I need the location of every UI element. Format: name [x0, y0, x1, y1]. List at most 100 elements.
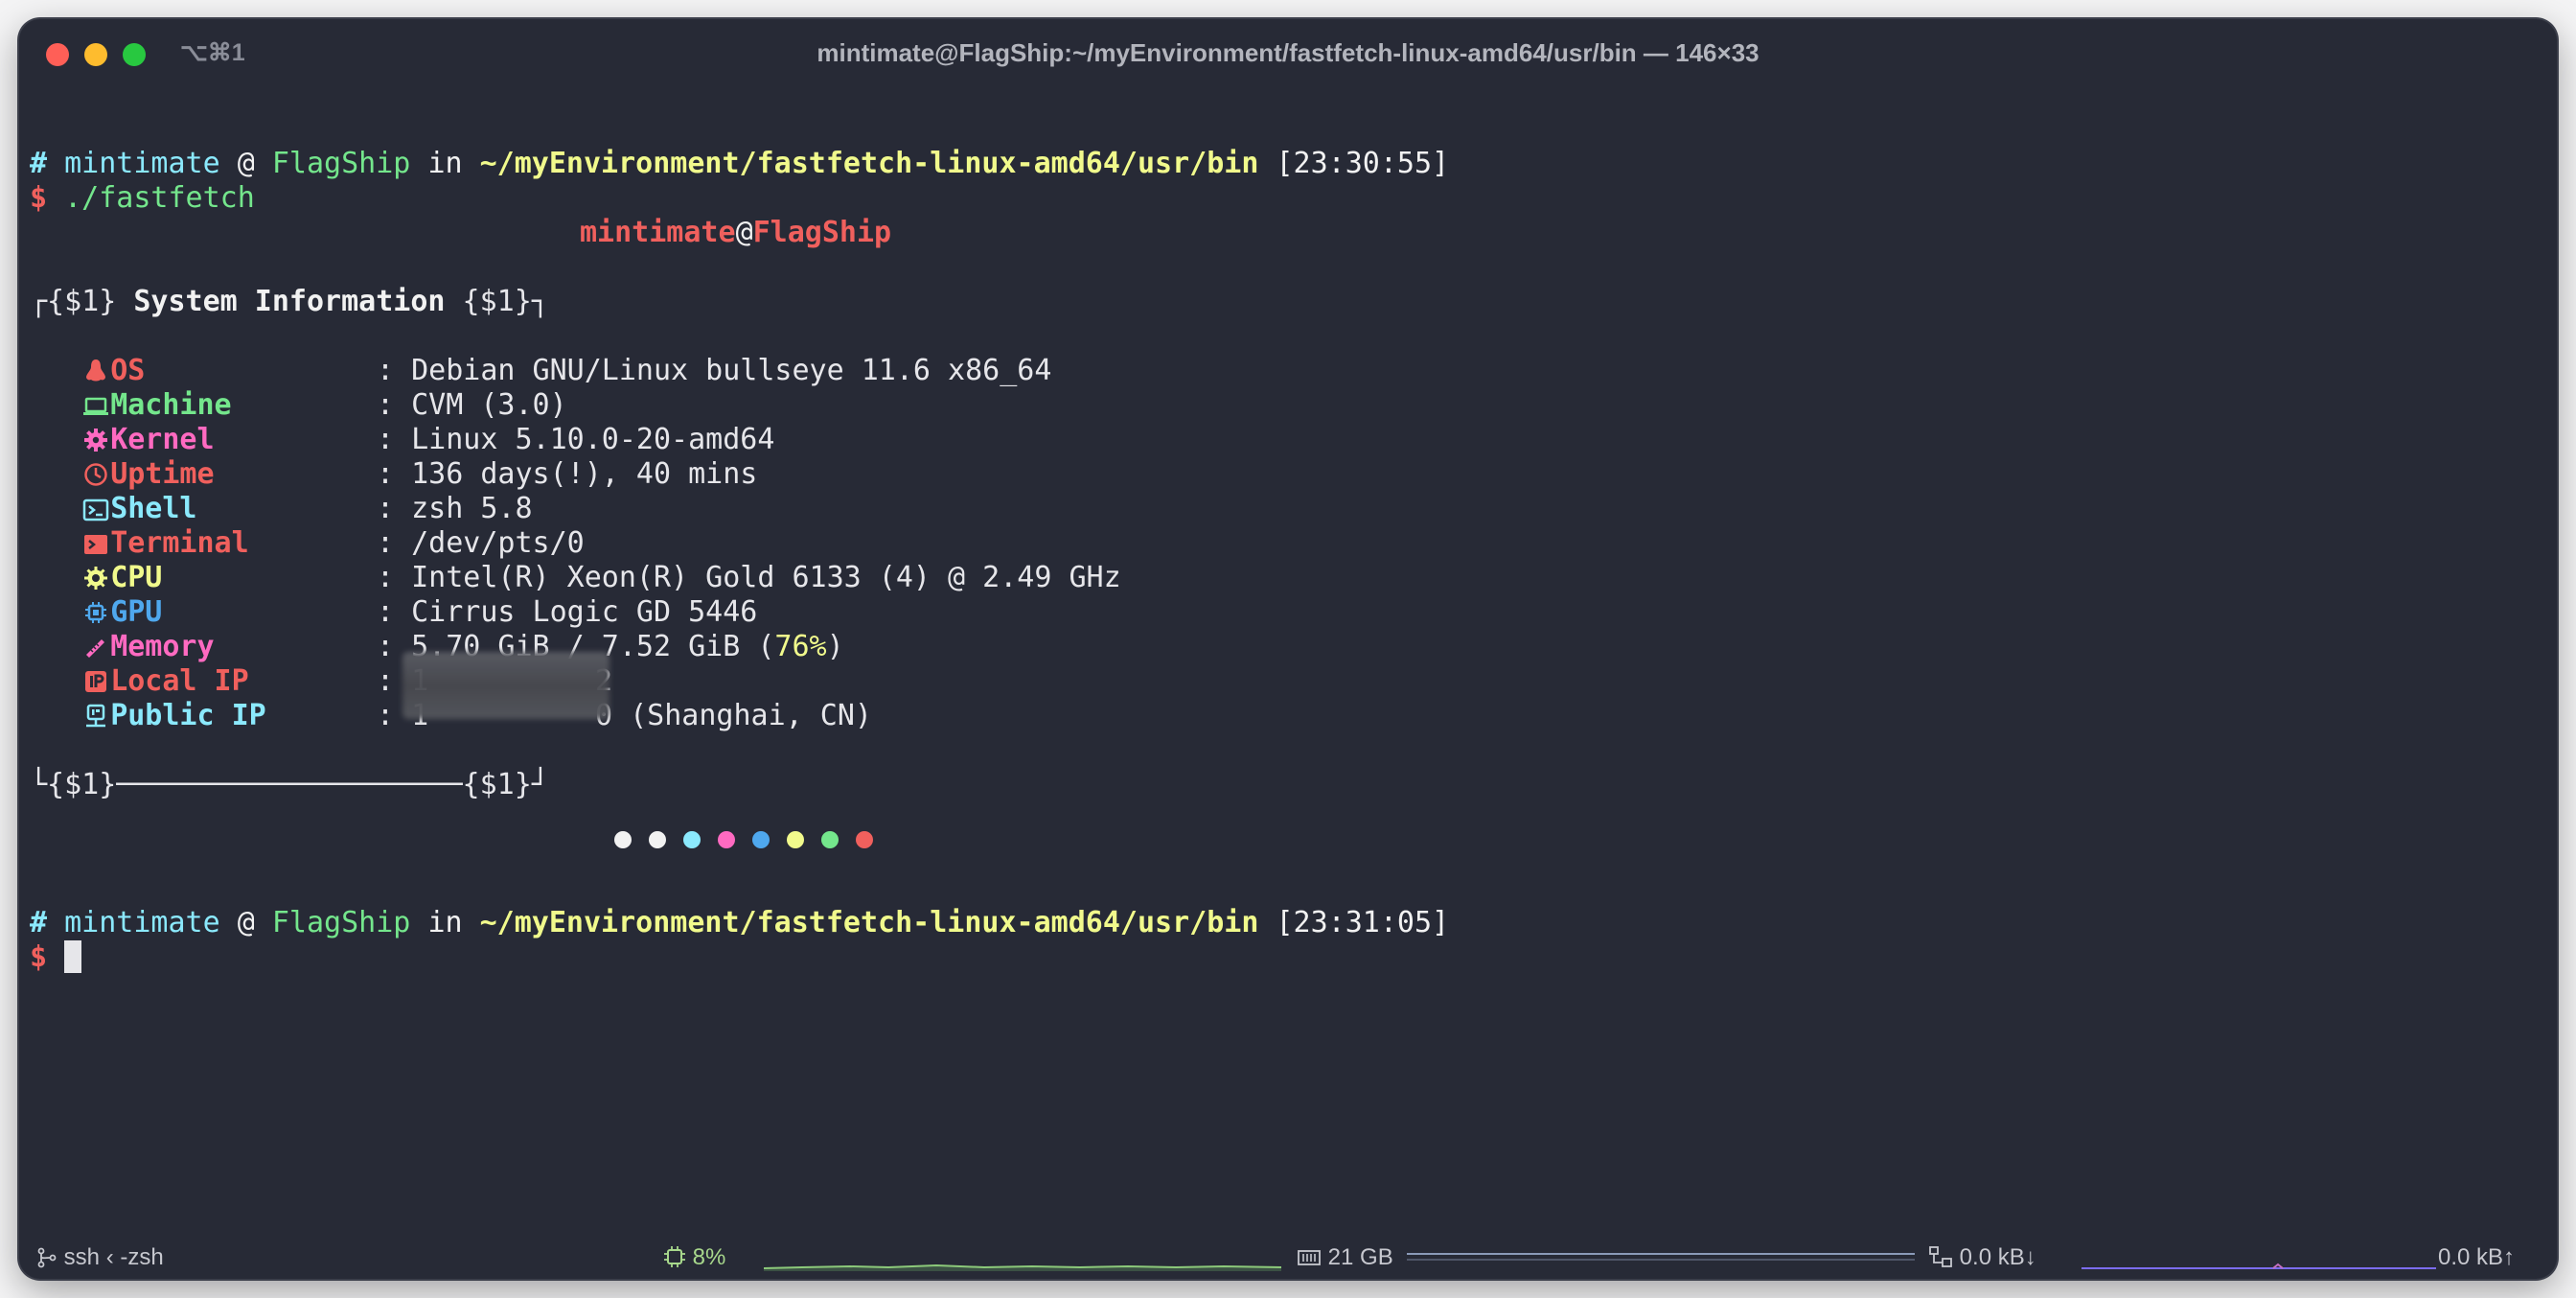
command-dollar: $	[30, 181, 48, 215]
info-key: GPU	[110, 595, 163, 629]
prompt-line: # mintimate @ FlagShip in ~/myEnvironmen…	[30, 906, 1449, 940]
info-row-gpu: GPU: Cirrus Logic GD 5446	[30, 595, 757, 630]
prompt-line: # mintimate @ FlagShip in ~/myEnvironmen…	[30, 147, 1449, 181]
info-key: CPU	[110, 561, 163, 594]
info-value-tail: 0 (Shanghai, CN)	[595, 699, 872, 732]
info-key: Shell	[110, 492, 197, 525]
info-value: Cirrus Logic GD 5446	[411, 595, 758, 629]
info-separator: :	[377, 388, 395, 422]
input-dollar: $	[30, 940, 48, 974]
prompt-host: FlagShip	[271, 906, 411, 939]
cpu-icon	[81, 561, 110, 595]
info-value: Linux 5.10.0-20-amd64	[411, 423, 775, 456]
info-separator: :	[377, 561, 395, 594]
header-left: ┌{$1}	[30, 285, 117, 318]
command-line: $ ./fastfetch	[30, 181, 255, 216]
info-value: zsh 5.8	[411, 492, 533, 525]
palette-dot	[718, 831, 735, 848]
info-key: Memory	[110, 630, 215, 663]
palette-dot	[614, 831, 632, 848]
fastfetch-host: FlagShip	[752, 216, 892, 249]
status-bar: ssh ‹ -zsh 8% 21 GB 0.0 kB↓ 0.0 kB↑	[19, 1237, 2557, 1279]
fastfetch-title: mintimate@FlagShip	[580, 216, 891, 250]
palette-dot	[821, 831, 839, 848]
fastfetch-user: mintimate	[580, 216, 736, 249]
command-text: ./fastfetch	[64, 181, 255, 215]
info-separator: :	[377, 423, 395, 456]
palette-dot	[787, 831, 804, 848]
session-label: ssh ‹ -zsh	[63, 1244, 164, 1270]
network-down-indicator: 0.0 kB↓	[1928, 1244, 2036, 1271]
info-value-group: : Linux 5.10.0-20-amd64	[377, 423, 774, 457]
network-icon	[1929, 1246, 1952, 1267]
text-cursor[interactable]	[64, 940, 82, 973]
gear-icon	[81, 423, 110, 457]
prompt-hash: #	[30, 147, 48, 180]
memory-sparkline	[1407, 1253, 1915, 1261]
cpu-sparkline	[764, 1263, 1281, 1271]
prompt-hash: #	[30, 906, 48, 939]
prompt-at: @	[237, 906, 255, 939]
palette-dot	[752, 831, 770, 848]
info-value: Intel(R) Xeon(R) Gold 6133 (4) @ 2.49 GH…	[411, 561, 1121, 594]
info-separator: :	[377, 664, 395, 698]
info-separator: :	[377, 526, 395, 560]
prompt-time: [23:30:55]	[1276, 147, 1450, 180]
info-row-os: OS: Debian GNU/Linux bullseye 11.6 x86_6…	[30, 354, 1051, 388]
info-value-group: : /dev/pts/0	[377, 526, 585, 561]
info-key: Kernel	[110, 423, 215, 456]
ip-icon	[81, 664, 110, 699]
info-row-kernel: Kernel: Linux 5.10.0-20-amd64	[30, 423, 774, 457]
prompt-path: ~/myEnvironment/fastfetch-linux-amd64/us…	[479, 147, 1259, 180]
chip-icon	[81, 595, 110, 630]
prompt-user: mintimate	[64, 906, 220, 939]
info-row-machine: Machine: CVM (3.0)	[30, 388, 567, 423]
prompt-in: in	[427, 147, 463, 180]
terminal-content[interactable]: # mintimate @ FlagShip in ~/myEnvironmen…	[19, 19, 2557, 1279]
info-value: /dev/pts/0	[411, 526, 585, 560]
branch-icon	[37, 1247, 57, 1268]
sysinfo-header: ┌{$1} System Information {$1}┐	[30, 285, 549, 319]
prompt-path: ~/myEnvironment/fastfetch-linux-amd64/us…	[479, 906, 1259, 939]
info-value-group: : zsh 5.8	[377, 492, 533, 526]
header-right: {$1}┐	[462, 285, 549, 318]
cpu-indicator: 8%	[663, 1244, 725, 1271]
info-separator: :	[377, 354, 395, 387]
memory-icon	[81, 630, 110, 664]
input-line[interactable]: $	[30, 940, 82, 975]
info-value: CVM (3.0)	[411, 388, 567, 422]
cpu-icon	[664, 1246, 685, 1267]
sysinfo-footer: └{$1}────────────────────{$1}┘	[30, 768, 549, 801]
info-value: Debian GNU/Linux bullseye 11.6 x86_64	[411, 354, 1052, 387]
info-value-group: : Debian GNU/Linux bullseye 11.6 x86_64	[377, 354, 1051, 388]
info-separator: :	[377, 699, 395, 732]
redaction-blur	[402, 652, 610, 719]
laptop-icon	[81, 388, 110, 423]
info-value-group: : 136 days(!), 40 mins	[377, 457, 757, 492]
network-sparkline	[2082, 1263, 2436, 1269]
cpu-usage: 8%	[692, 1244, 726, 1270]
info-value: 136 days(!), 40 mins	[411, 457, 758, 491]
info-key: Public IP	[110, 699, 266, 732]
linux-penguin-icon	[81, 354, 110, 388]
prompt-time: [23:31:05]	[1276, 906, 1450, 939]
info-key: Machine	[110, 388, 232, 422]
info-row-uptime: Uptime: 136 days(!), 40 mins	[30, 457, 757, 492]
palette-dot	[856, 831, 873, 848]
info-value-group: : Cirrus Logic GD 5446	[377, 595, 757, 630]
info-value-group: : Intel(R) Xeon(R) Gold 6133 (4) @ 2.49 …	[377, 561, 1121, 595]
info-key: Terminal	[110, 526, 249, 560]
clock-icon	[81, 457, 110, 492]
info-row-shell: Shell: zsh 5.8	[30, 492, 533, 526]
info-separator: :	[377, 595, 395, 629]
info-key: Local IP	[110, 664, 249, 698]
prompt-at: @	[237, 147, 255, 180]
info-row-memory: Memory: 5.70 GiB / 7.52 GiB (76%)	[30, 630, 844, 664]
prompt-in: in	[427, 906, 463, 939]
session-indicator[interactable]: ssh ‹ -zsh	[36, 1244, 164, 1271]
network-up: 0.0 kB↑	[2438, 1244, 2516, 1270]
fastfetch-at: @	[735, 216, 753, 249]
memory-icon	[1298, 1250, 1321, 1265]
info-value-suffix: )	[826, 630, 844, 663]
info-separator: :	[377, 492, 395, 525]
